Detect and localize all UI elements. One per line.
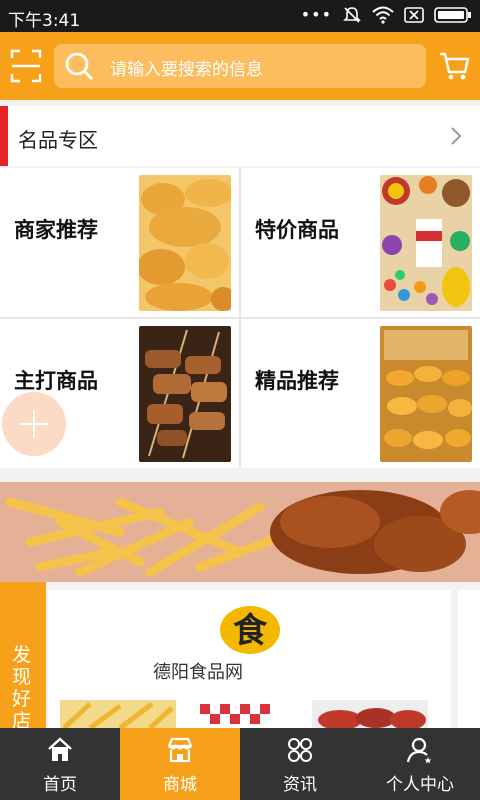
battery-icon bbox=[434, 7, 471, 23]
store-icon bbox=[167, 737, 193, 763]
fried-chicken-image bbox=[139, 175, 231, 311]
category-premium-recommend[interactable]: 精品推荐 bbox=[241, 319, 480, 468]
category-label: 特价商品 bbox=[255, 218, 339, 242]
scan-icon[interactable] bbox=[10, 48, 42, 84]
tab-label: 个人中心 bbox=[386, 775, 454, 795]
tab-label: 首页 bbox=[43, 775, 77, 795]
tab-store[interactable]: 商城 bbox=[120, 728, 240, 800]
logo-char: 食 bbox=[233, 611, 268, 651]
add-floating-button[interactable] bbox=[2, 392, 66, 456]
mute-icon bbox=[343, 7, 361, 23]
product-thumb-basket bbox=[194, 700, 310, 728]
wifi-icon bbox=[372, 6, 394, 24]
pastries-image bbox=[380, 326, 472, 462]
featured-section-header[interactable]: 名品专区 bbox=[0, 106, 480, 166]
promo-banner[interactable] bbox=[0, 482, 480, 582]
cart-icon[interactable] bbox=[438, 50, 470, 82]
chevron-right-icon[interactable] bbox=[450, 126, 462, 146]
status-time: 下午3:41 bbox=[8, 11, 81, 31]
tab-news[interactable]: 资讯 bbox=[240, 728, 360, 800]
bottom-nav: 首页 商城 资讯 个人中心 bbox=[0, 728, 480, 800]
tab-label: 资讯 bbox=[283, 775, 317, 795]
top-bar: 请输入要搜索的信息 bbox=[0, 32, 480, 100]
sweets-image bbox=[380, 175, 472, 311]
shop-name: 德阳食品网 bbox=[153, 662, 243, 683]
tab-label: 商城 bbox=[163, 775, 197, 795]
product-thumb-fries bbox=[60, 700, 176, 728]
skewers-image bbox=[139, 326, 231, 462]
status-bar: 下午3:41 ••• bbox=[0, 0, 480, 32]
product-thumb-sausage bbox=[312, 700, 428, 728]
discover-side-tab[interactable]: 发现好店 bbox=[0, 582, 46, 732]
more-dots-icon: ••• bbox=[300, 5, 332, 24]
category-label: 商家推荐 bbox=[14, 218, 98, 242]
tab-home[interactable]: 首页 bbox=[0, 728, 120, 800]
discover-side-label: 发现好店 bbox=[12, 644, 32, 732]
shop-card[interactable]: 食 德阳食品网 bbox=[48, 590, 451, 728]
category-label: 精品推荐 bbox=[255, 369, 339, 393]
category-grid: 商家推荐 特价商品 主打商品 精品推荐 bbox=[0, 168, 480, 468]
news-icon bbox=[288, 738, 312, 762]
category-label: 主打商品 bbox=[14, 369, 98, 393]
plus-icon bbox=[20, 410, 48, 438]
fries-banner-image bbox=[0, 482, 480, 582]
user-icon bbox=[406, 737, 432, 764]
tab-profile[interactable]: 个人中心 bbox=[360, 728, 480, 800]
category-special-offers[interactable]: 特价商品 bbox=[241, 168, 480, 317]
home-icon bbox=[48, 737, 72, 761]
shop-logo: 食 bbox=[220, 606, 280, 654]
section-accent-bar bbox=[0, 106, 8, 166]
search-bar[interactable]: 请输入要搜索的信息 bbox=[54, 44, 426, 88]
search-icon bbox=[65, 52, 94, 81]
category-merchant-recommend[interactable]: 商家推荐 bbox=[0, 168, 239, 317]
search-input[interactable]: 请输入要搜索的信息 bbox=[110, 55, 263, 80]
next-shop-card[interactable] bbox=[458, 590, 480, 728]
sim-icon bbox=[404, 7, 424, 23]
discover-shops-section: 发现好店 食 德阳食品网 bbox=[0, 582, 480, 732]
section-title: 名品专区 bbox=[18, 128, 98, 152]
